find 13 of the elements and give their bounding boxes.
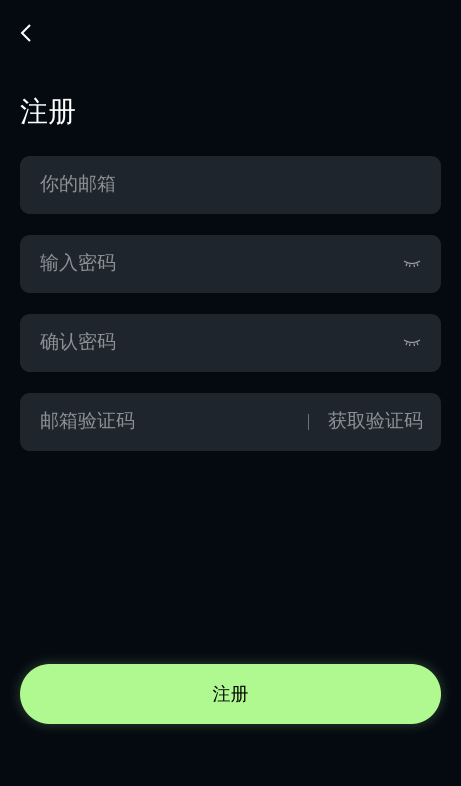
closed-eye-icon[interactable]	[403, 339, 421, 347]
text-input[interactable]: 你的邮箱	[40, 170, 421, 200]
input-field[interactable]: 确认密码	[20, 314, 441, 372]
get-code-button[interactable]: 获取验证码	[328, 408, 423, 436]
input-field[interactable]: 邮箱验证码 获取验证码	[20, 393, 441, 451]
input-field[interactable]: 你的邮箱	[20, 156, 441, 214]
closed-eye-icon[interactable]	[403, 260, 421, 268]
register-button[interactable]: 注册	[20, 664, 441, 724]
text-input[interactable]: 邮箱验证码	[40, 408, 308, 436]
input-field[interactable]: 输入密码	[20, 235, 441, 293]
text-input[interactable]: 确认密码	[40, 328, 403, 358]
text-input[interactable]: 输入密码	[40, 250, 403, 278]
page-title: 注册	[20, 95, 76, 129]
